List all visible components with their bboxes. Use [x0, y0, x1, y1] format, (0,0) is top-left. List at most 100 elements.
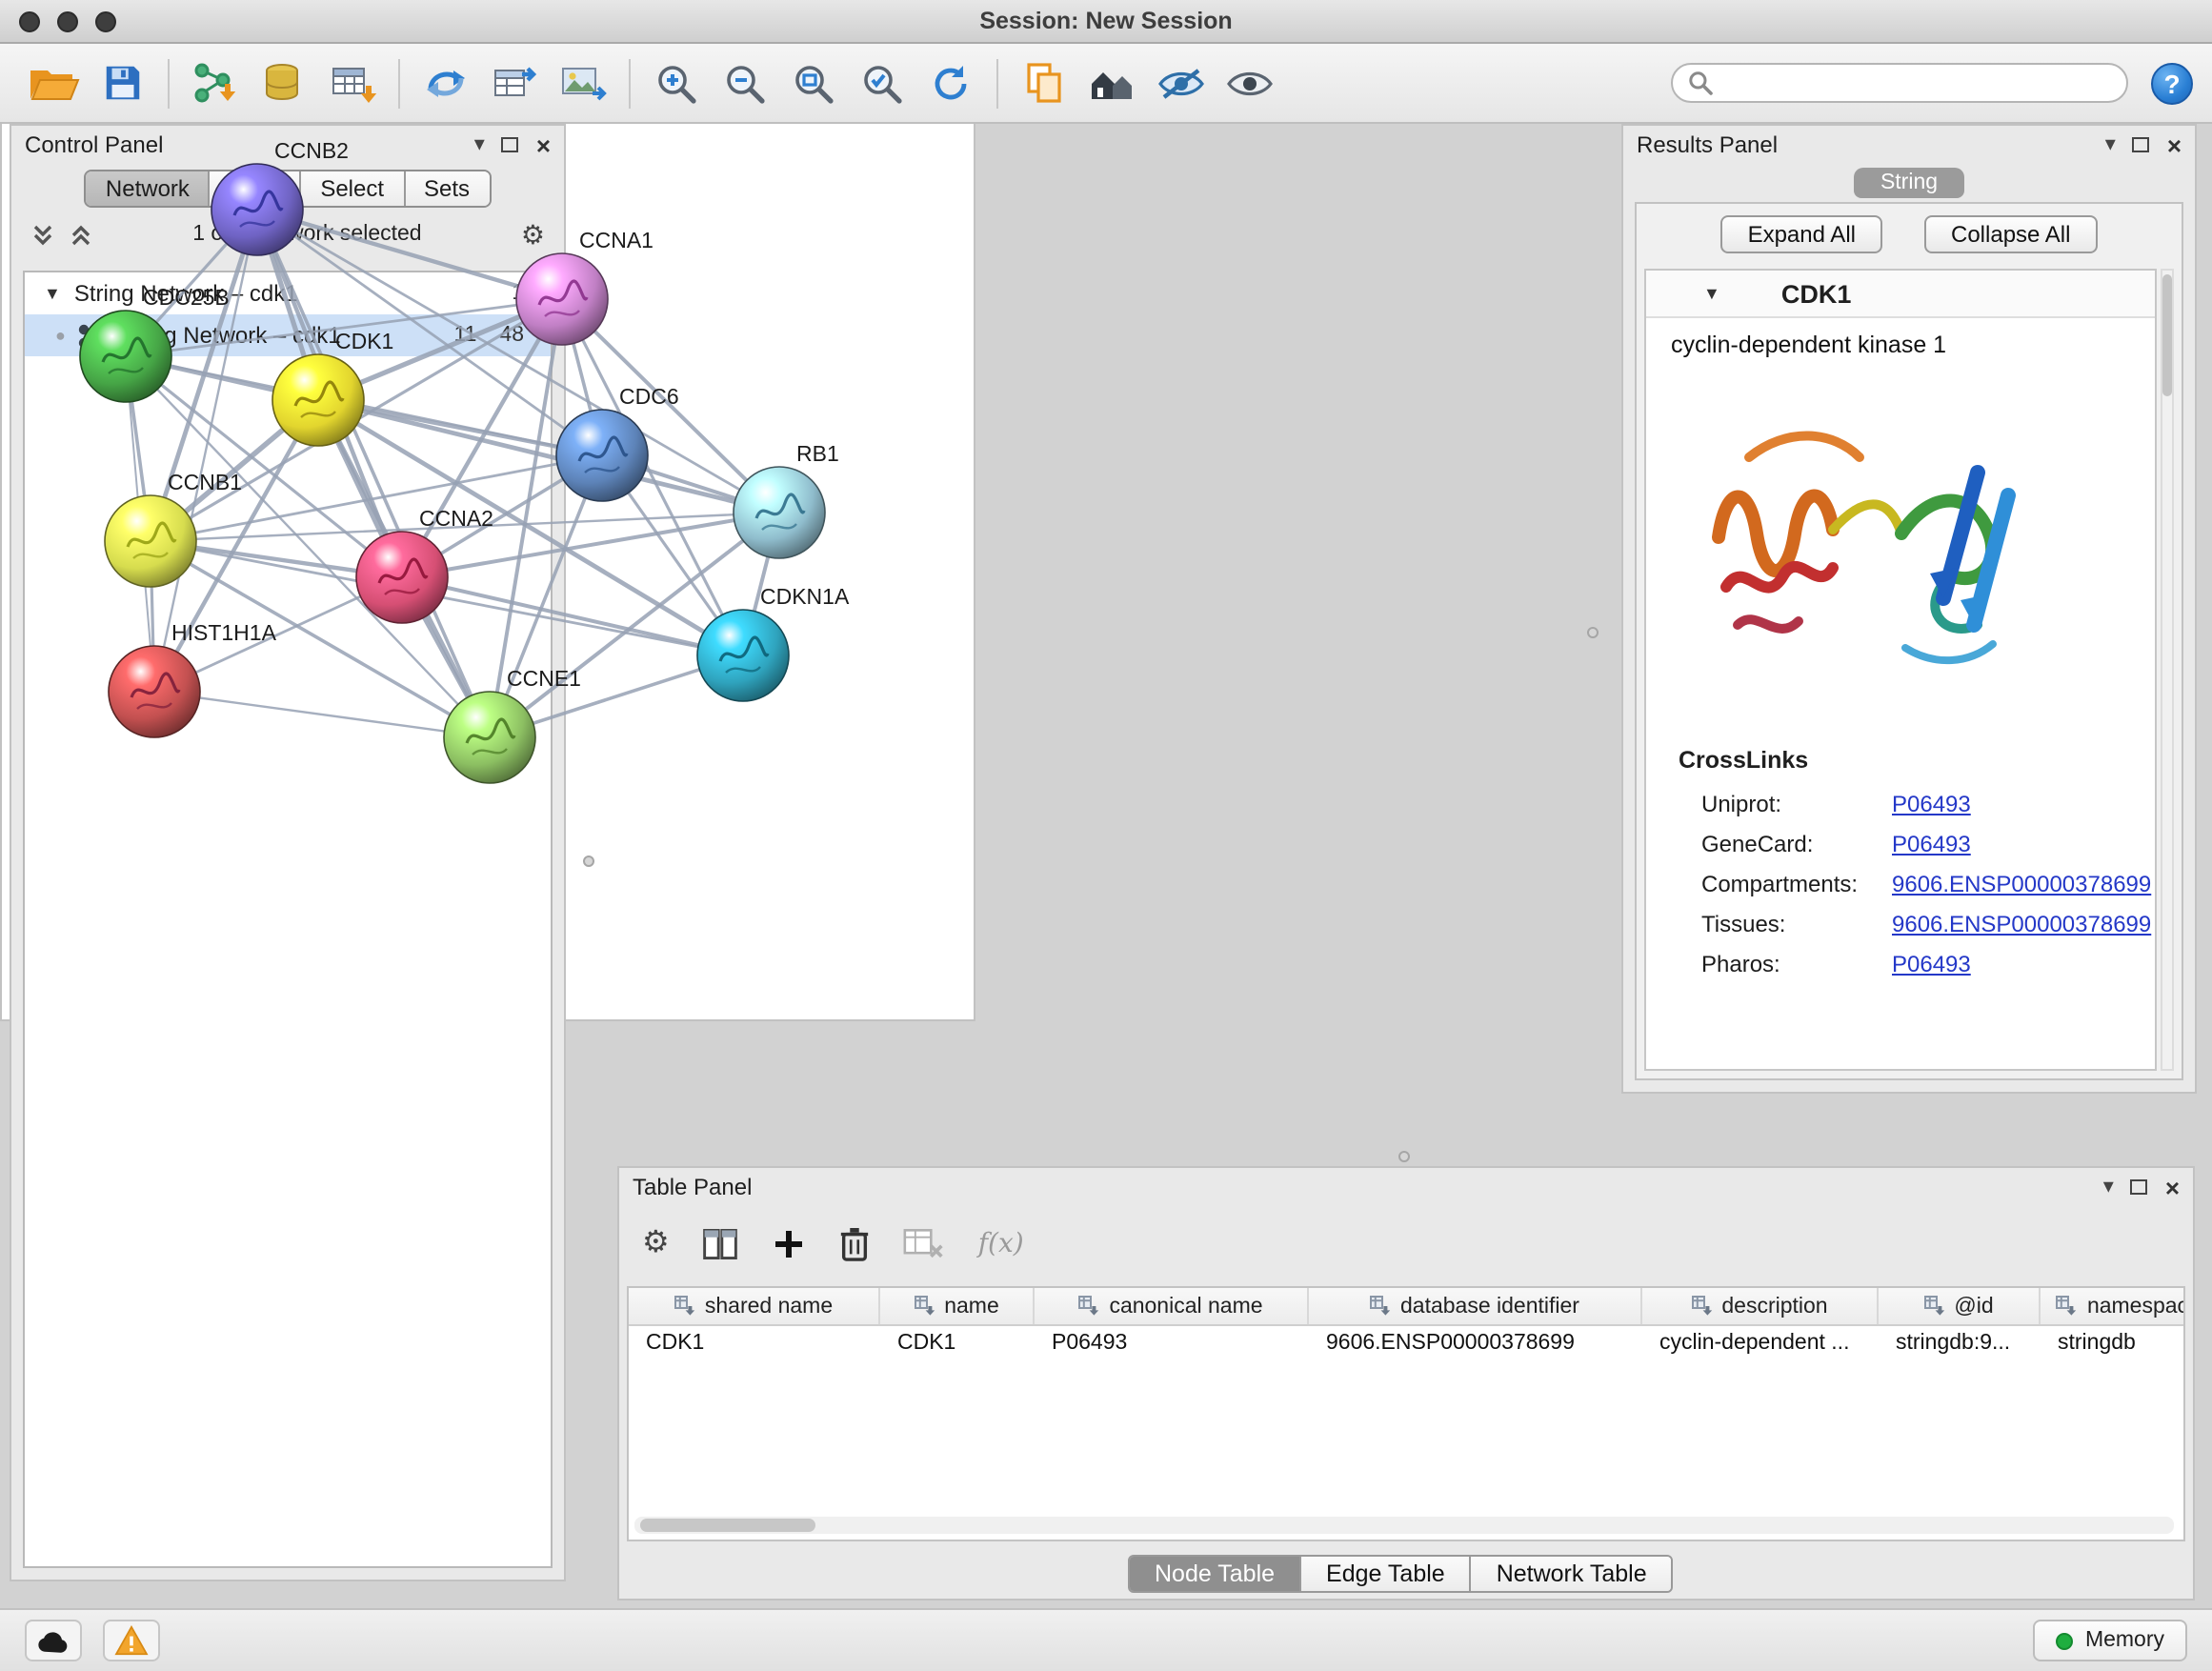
- collapse-all-button[interactable]: Collapse All: [1924, 215, 2097, 253]
- node-label: CDC25B: [143, 285, 230, 310]
- column-header-label: shared name: [705, 1295, 833, 1318]
- crosslink-label: Pharos:: [1701, 950, 1892, 976]
- table-settings-gear-icon[interactable]: ⚙: [642, 1229, 670, 1259]
- tab-string[interactable]: String: [1854, 168, 1964, 198]
- scrollbar-thumb[interactable]: [640, 1519, 815, 1532]
- horizontal-scrollbar[interactable]: [634, 1517, 2174, 1534]
- splitter-handle[interactable]: [1398, 1151, 1410, 1162]
- collapse-section-icon[interactable]: ▼: [1703, 284, 1720, 303]
- network-node-HIST1H1A[interactable]: HIST1H1A: [109, 620, 277, 737]
- node-label: CCNB1: [168, 470, 242, 494]
- splitter-handle[interactable]: [1587, 627, 1599, 638]
- expand-all-button[interactable]: Expand All: [1721, 215, 1882, 253]
- search-input[interactable]: [1722, 70, 2111, 96]
- protein-details: ▼ CDK1 cyclin-dependent kinase 1: [1644, 269, 2157, 1071]
- copy-icon: [1022, 60, 1066, 106]
- table-cell[interactable]: 9606.ENSP00000378699: [1309, 1326, 1642, 1364]
- table-panel-title: Table Panel: [633, 1174, 752, 1200]
- column-sort-icon: [674, 1296, 695, 1317]
- question-icon: ?: [2163, 68, 2180, 98]
- crosslink-link[interactable]: 9606.ENSP00000378699: [1892, 870, 2151, 896]
- panel-close-button[interactable]: ×: [2167, 132, 2182, 157]
- node-label: CCNA1: [579, 228, 654, 252]
- network-edge[interactable]: [257, 210, 562, 299]
- node-table: shared name name canonical name database id…: [627, 1286, 2185, 1541]
- column-header-label: name: [944, 1295, 999, 1318]
- splitter-handle[interactable]: [583, 856, 594, 867]
- column-header-namespac[interactable]: namespac: [2041, 1288, 2185, 1324]
- column-header-database-identifier[interactable]: database identifier: [1309, 1288, 1642, 1324]
- panel-close-button[interactable]: ×: [2165, 1175, 2180, 1199]
- table-row[interactable]: CDK1CDK1P064939606.ENSP00000378699cyclin…: [629, 1326, 2183, 1364]
- show-details-button[interactable]: [1216, 52, 1284, 113]
- crosslink-link[interactable]: 9606.ENSP00000378699: [1892, 910, 2151, 936]
- crosslink-link[interactable]: P06493: [1892, 830, 1971, 856]
- crosslink-link[interactable]: P06493: [1892, 950, 1971, 976]
- network-edge[interactable]: [154, 692, 490, 737]
- table-cell[interactable]: cyclin-dependent ...: [1642, 1326, 1879, 1364]
- column-sort-icon: [2057, 1296, 2078, 1317]
- scrollbar-thumb[interactable]: [2162, 274, 2172, 396]
- table-header-row: shared name name canonical name database id…: [629, 1288, 2183, 1326]
- memory-status-dot: [2057, 1632, 2074, 1649]
- network-edge[interactable]: [257, 210, 490, 737]
- table-panel: Table Panel ▾ × ⚙ f(x) shared name name ca…: [617, 1166, 2195, 1601]
- network-node-RB1[interactable]: RB1: [734, 441, 839, 558]
- tab-edge-table[interactable]: Edge Table: [1301, 1557, 1472, 1591]
- warnings-button[interactable]: [103, 1620, 160, 1661]
- network-node-CDK1[interactable]: CDK1: [272, 329, 393, 446]
- tab-network-table[interactable]: Network Table: [1472, 1557, 1672, 1591]
- crosslink-row: Uniprot:P06493: [1646, 783, 2155, 823]
- column-sort-icon: [1923, 1296, 1944, 1317]
- column-header-label: database identifier: [1400, 1295, 1579, 1318]
- help-button[interactable]: ?: [2151, 62, 2193, 104]
- crosslink-row: Tissues:9606.ENSP00000378699: [1646, 903, 2155, 943]
- column-header-canonical-name[interactable]: canonical name: [1035, 1288, 1309, 1324]
- crosslink-link[interactable]: P06493: [1892, 790, 1971, 816]
- table-cell[interactable]: stringdb:9...: [1879, 1326, 2041, 1364]
- network-node-CDC25B[interactable]: CDC25B: [80, 285, 230, 402]
- cloud-status-button[interactable]: [25, 1620, 82, 1661]
- column-header--id[interactable]: @id: [1879, 1288, 2041, 1324]
- delete-column-icon[interactable]: [839, 1225, 872, 1263]
- column-header-name[interactable]: name: [880, 1288, 1035, 1324]
- network-node-CCNB2[interactable]: CCNB2: [211, 138, 349, 255]
- panel-menu-button[interactable]: ▾: [2105, 134, 2116, 155]
- show-columns-icon[interactable]: [702, 1225, 740, 1263]
- panel-menu-button[interactable]: ▾: [2103, 1177, 2114, 1198]
- hide-details-button[interactable]: [1147, 52, 1216, 113]
- column-header-label: canonical name: [1109, 1295, 1262, 1318]
- status-bar: Memory: [0, 1608, 2212, 1671]
- table-cell[interactable]: CDK1: [880, 1326, 1035, 1364]
- float-icon: [2131, 1179, 2148, 1195]
- results-panel-title: Results Panel: [1637, 131, 1778, 158]
- table-cell[interactable]: P06493: [1035, 1326, 1309, 1364]
- welcome-screen-button[interactable]: [1078, 52, 1147, 113]
- protein-section-header[interactable]: ▼ CDK1: [1646, 271, 2155, 318]
- memory-button[interactable]: Memory: [2034, 1620, 2187, 1661]
- add-column-icon[interactable]: [773, 1227, 807, 1261]
- network-canvas[interactable]: CCNB2CCNA1CDC25BCDK1CDC6RB1CCNB1CCNA2CDK…: [0, 0, 972, 972]
- column-header-description[interactable]: description: [1642, 1288, 1879, 1324]
- table-cell[interactable]: stringdb: [2041, 1326, 2185, 1364]
- houses-icon: [1088, 62, 1137, 104]
- duplicate-document-button[interactable]: [1010, 52, 1078, 113]
- node-label: CDKN1A: [760, 584, 850, 609]
- results-panel: Results Panel ▾ × String Expand All Coll…: [1621, 124, 2197, 1094]
- column-sort-icon: [1078, 1296, 1099, 1317]
- results-scrollbar[interactable]: [2161, 269, 2174, 1071]
- panel-float-button[interactable]: [2131, 1179, 2148, 1195]
- column-header-shared-name[interactable]: shared name: [629, 1288, 880, 1324]
- node-label: CCNB2: [274, 138, 349, 163]
- node-label: CDC6: [619, 384, 679, 409]
- crosslink-row: GeneCard:P06493: [1646, 823, 2155, 863]
- tab-node-table[interactable]: Node Table: [1130, 1557, 1301, 1591]
- network-edge[interactable]: [402, 577, 743, 655]
- toolbar-search: [1671, 63, 2128, 103]
- crosslink-label: GeneCard:: [1701, 830, 1892, 856]
- panel-float-button[interactable]: [2133, 137, 2150, 152]
- network-node-CCNA1[interactable]: CCNA1: [516, 228, 654, 345]
- table-cell[interactable]: CDK1: [629, 1326, 880, 1364]
- network-node-CDKN1A[interactable]: CDKN1A: [697, 584, 850, 701]
- table-toolbar: ⚙ f(x): [642, 1214, 1024, 1275]
